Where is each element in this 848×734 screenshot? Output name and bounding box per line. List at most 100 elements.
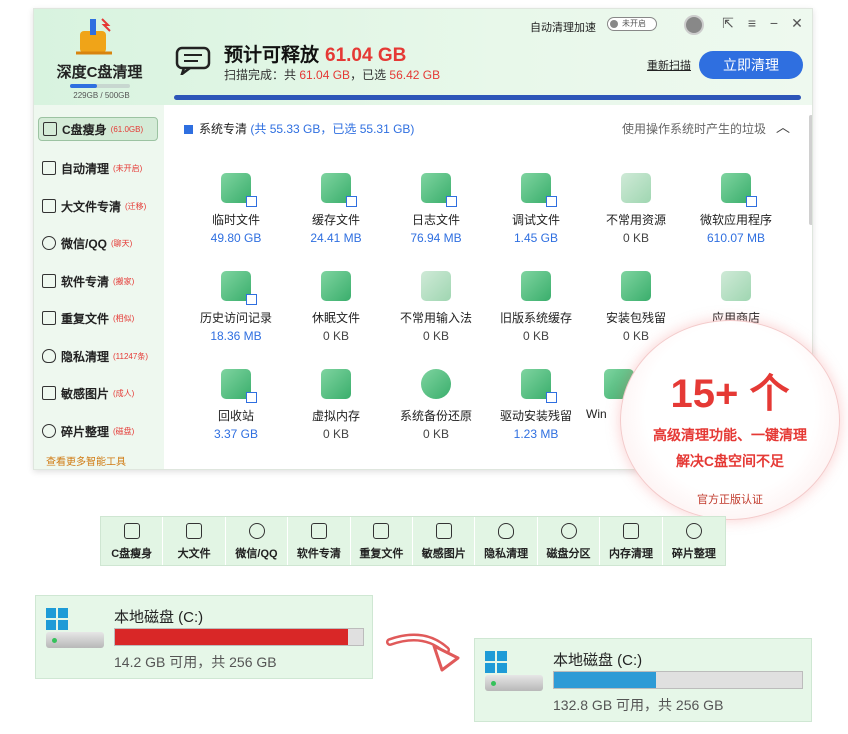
pie-icon [560,523,577,539]
tool-label: 敏感图片 [421,548,466,560]
tile-backup-restore[interactable]: 系统备份还原 0 KB [386,369,486,459]
disk-usage-bar [553,671,803,689]
scrollbar[interactable] [809,115,812,225]
tile-size: 0 KB [422,329,449,343]
minimize-icon[interactable]: − [766,15,782,31]
tool-large-files[interactable]: 大文件 [163,517,226,565]
keyboard-icon [421,271,451,301]
hard-drive-icon [485,675,543,691]
menu-icon[interactable]: ≡ [744,15,760,31]
headline: 预计可释放 61.04 GB [224,40,406,67]
tool-software[interactable]: 软件专清 [288,517,351,565]
history-icon [221,271,257,305]
tool-label: 软件专清 [296,548,341,560]
screen-icon [521,271,551,301]
sidebar-item-tag: (相似) [113,313,135,323]
sidebar-item-label: 自动清理 [61,161,110,176]
top-bar: 深度C盘清理 229GB / 500GB 预计可释放 61.04 GB 扫描完成：… [34,9,812,105]
tile-input-method[interactable]: 不常用输入法 0 KB [386,271,486,361]
sidebar-item-wechat-qq[interactable]: 微信/QQ (聊天) [38,231,158,255]
app-name: 深度C盘清理 [56,64,143,81]
tool-duplicates[interactable]: 重复文件 [351,517,414,565]
sidebar-item-tag: (迁移) [125,201,147,211]
badge-cert: 官方正版认证 [697,494,763,506]
temp-file-icon [221,173,257,207]
scan-selected: 56.42 GB [389,68,441,82]
sidebar-item-large-files[interactable]: 大文件专清 (迁移) [38,194,158,218]
file-icon [186,523,203,539]
sidebar-item-c-slim[interactable]: C盘瘦身 (61.0GB) [38,117,158,141]
scan-mid: ，已选 [350,68,387,82]
tile-cache-files[interactable]: 缓存文件 24.41 MB [286,173,386,263]
tile-hibernate[interactable]: 休眠文件 0 KB [286,271,386,361]
more-tools-link[interactable]: 查看更多智能工具 [46,453,126,468]
sidebar-item-defrag[interactable]: 碎片整理 (磁盘) [38,419,158,443]
clean-now-button[interactable]: 立即清理 [699,51,803,79]
disk-free-text: 132.8 GB 可用，共 256 GB [553,697,724,713]
tile-size: 18.36 MB [210,329,262,343]
shield-icon [42,349,56,363]
sidebar-item-tag: (61.0GB) [110,124,144,134]
disk-usage-bar [114,628,364,646]
section-title[interactable]: 系统专清 (共 55.33 GB，已选 55.31 GB) [184,120,414,137]
share-icon[interactable]: ⇱ [720,15,736,31]
tool-wechat-qq[interactable]: 微信/QQ [226,517,289,565]
figure-icon [42,386,56,400]
rescan-link[interactable]: 重新扫描 [647,57,691,73]
disk-usage-bar [70,84,130,88]
tile-name: 日志文件 [411,213,460,227]
arrow-icon [386,633,460,672]
tool-defrag[interactable]: 碎片整理 [663,517,725,565]
section-checkbox[interactable] [184,125,193,135]
auto-clean-label: 自动清理加速 [530,22,596,34]
sidebar-item-label: 重复文件 [61,311,110,326]
duplicate-icon [373,523,390,539]
restore-icon [421,369,451,399]
tile-debug-files[interactable]: 调试文件 1.45 GB [486,173,586,263]
tile-temp-files[interactable]: 临时文件 49.80 GB [186,173,286,263]
section-hint: 使用操作系统时产生的垃圾 [622,122,767,136]
tool-label: 隐私清理 [484,548,529,560]
headline-label: 预计可释放 [224,45,320,66]
sidebar-item-duplicates[interactable]: 重复文件 (相似) [38,306,158,330]
tile-name: 回收站 [217,409,254,423]
tool-sensitive-images[interactable]: 敏感图片 [413,517,476,565]
tile-name: 临时文件 [211,213,260,227]
close-icon[interactable]: ✕ [789,15,805,31]
sidebar-item-auto-clean[interactable]: 自动清理 (未开启) [38,156,158,180]
badge-line1: 高级清理功能、一键清理 [653,427,807,443]
auto-clean-toggle[interactable]: 未开启 [607,17,657,31]
tile-driver-leftovers[interactable]: 驱动安装残留 1.23 MB [486,369,586,459]
disk-usage-fill [554,672,656,688]
tile-size: 1.45 GB [513,231,559,245]
avatar[interactable] [684,15,704,35]
tile-name: 系统备份还原 [399,409,472,423]
defrag-icon [685,523,702,539]
tool-c-slim[interactable]: C盘瘦身 [101,517,164,565]
chevron-up-icon[interactable]: ︿ [776,117,790,137]
tile-name: 旧版系统缓存 [499,311,572,325]
tile-ms-apps[interactable]: 微软应用程序 610.07 MB [686,173,786,263]
sidebar-item-tag: (11247条) [113,351,148,361]
sidebar-item-software[interactable]: 软件专清 (搬家) [38,269,158,293]
tile-size: 0 KB [622,231,649,245]
figure-icon [435,523,452,539]
tile-history[interactable]: 历史访问记录 18.36 MB [186,271,286,361]
tile-name: 调试文件 [511,213,560,227]
tile-log-files[interactable]: 日志文件 76.94 MB [386,173,486,263]
tool-label: 重复文件 [359,548,404,560]
tile-size: 1.23 MB [513,427,559,441]
sidebar-item-tag: (未开启) [113,163,143,173]
tile-name: 不常用输入法 [399,311,472,325]
defrag-icon [42,424,56,438]
sidebar-item-privacy[interactable]: 隐私清理 (11247条) [38,344,158,368]
tile-unused-resources[interactable]: 不常用资源 0 KB [586,173,686,263]
code-icon [621,271,651,301]
tool-partition[interactable]: 磁盘分区 [538,517,601,565]
tool-memory[interactable]: 内存清理 [600,517,663,565]
tile-old-cache[interactable]: 旧版系统缓存 0 KB [486,271,586,361]
tile-virtual-memory[interactable]: 虚拟内存 0 KB [286,369,386,459]
sidebar-item-sensitive-images[interactable]: 敏感图片 (成人) [38,381,158,405]
tool-privacy[interactable]: 隐私清理 [475,517,538,565]
tile-recycle-bin[interactable]: 回收站 3.37 GB [186,369,286,459]
